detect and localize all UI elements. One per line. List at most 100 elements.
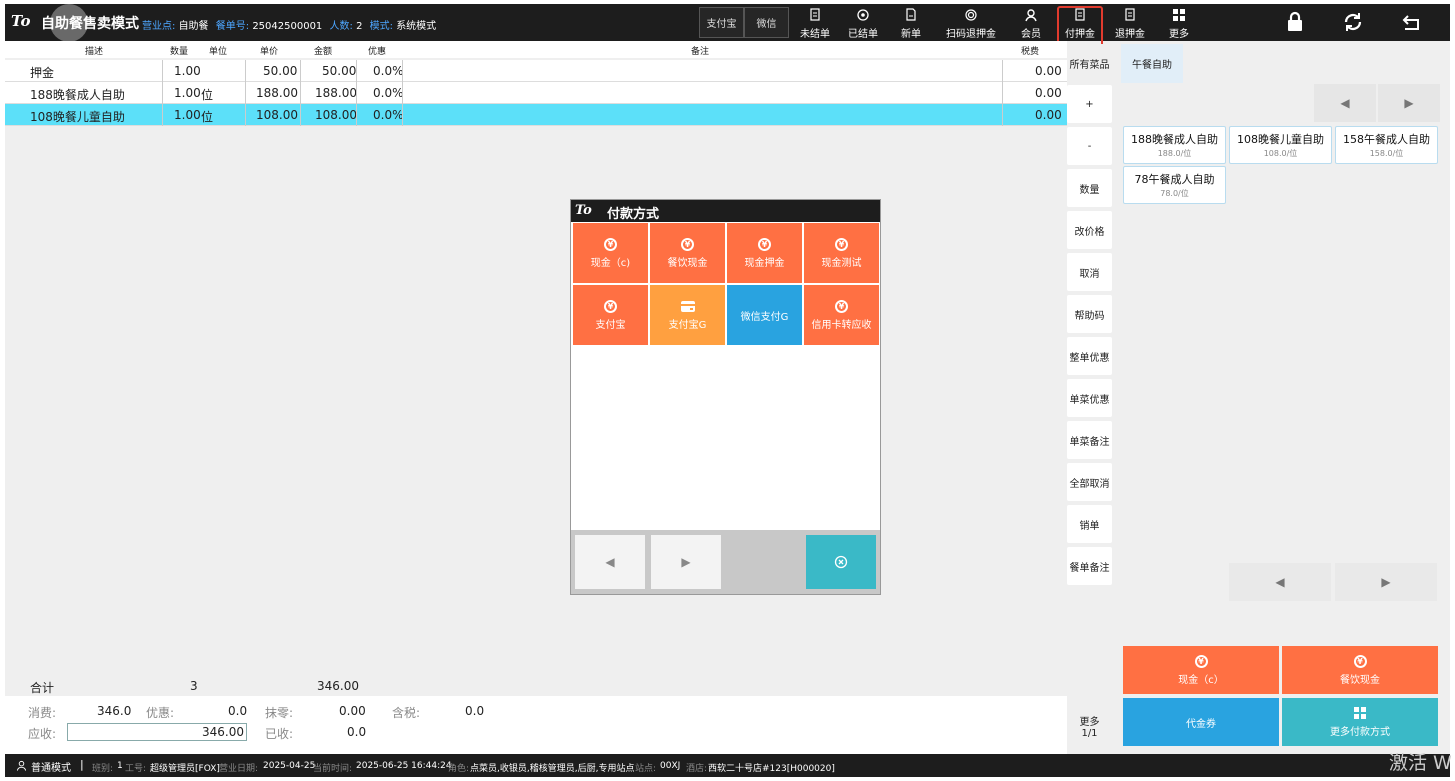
hotel-label: 酒店: xyxy=(686,764,708,774)
refund-doc-icon xyxy=(1125,8,1135,21)
order-info: 营业点: 自助餐 餐单号: 25042500001 人数: 2 模式: 系统模式 xyxy=(142,17,440,32)
help-code-button[interactable]: 帮助码 xyxy=(1067,295,1112,333)
all-dishes-tab[interactable]: 所有菜品 xyxy=(1067,44,1112,83)
quick-cash-button[interactable]: ¥ 现金（c） xyxy=(1123,646,1279,694)
pay-method-cash-deposit[interactable]: ¥ 现金押金 xyxy=(727,223,802,283)
alipay-button[interactable]: 支付宝 xyxy=(699,7,744,38)
product-name: 158午餐成人自助 xyxy=(1343,133,1430,146)
dialog-footer: ◀ ▶ xyxy=(571,530,880,594)
minus-button[interactable]: - xyxy=(1067,127,1112,165)
quantity-button[interactable]: 数量 xyxy=(1067,169,1112,207)
yen-coin-icon: ¥ xyxy=(681,237,694,251)
member-button[interactable]: 会员 xyxy=(1011,6,1051,40)
new-doc-icon xyxy=(906,8,916,21)
product-price: 158.0/位 xyxy=(1369,149,1404,158)
dialog-prev-button[interactable]: ◀ xyxy=(575,535,645,589)
product-item[interactable]: 78午餐成人自助 78.0/位 xyxy=(1123,166,1226,204)
row-price: 188.00 xyxy=(256,86,298,100)
more-button[interactable]: 更多 xyxy=(1159,6,1199,40)
new-order-button[interactable]: 新单 xyxy=(891,6,931,40)
dialog-next-button[interactable]: ▶ xyxy=(651,535,721,589)
member-icon xyxy=(1025,9,1037,22)
change-price-button[interactable]: 改价格 xyxy=(1067,211,1112,249)
col-discount: 优惠 xyxy=(368,47,387,57)
col-amount: 金额 xyxy=(314,47,333,57)
table-row[interactable]: 188晚餐成人自助 1.00 位 188.00 188.00 0.0% 0.00 xyxy=(5,82,1067,104)
pay-method-label: 微信支付G xyxy=(740,311,789,323)
consume-label: 消费: xyxy=(28,706,57,720)
wechat-button[interactable]: 微信 xyxy=(744,7,789,38)
consume-value: 346.0 xyxy=(97,704,132,718)
cancel-all-button[interactable]: 全部取消 xyxy=(1067,463,1112,501)
product-item[interactable]: 108晚餐儿童自助 108.0/位 xyxy=(1229,126,1332,164)
void-order-button[interactable]: 销单 xyxy=(1067,505,1112,543)
order-remark-button[interactable]: 餐单备注 xyxy=(1067,547,1112,585)
item-remark-button[interactable]: 单菜备注 xyxy=(1067,421,1112,459)
pay-method-wechat-g[interactable]: 微信支付G xyxy=(727,285,802,345)
quick-canyin-cash-label: 餐饮现金 xyxy=(1340,674,1380,686)
voucher-label: 代金券 xyxy=(1186,718,1216,730)
product-item[interactable]: 188晚餐成人自助 188.0/位 xyxy=(1123,126,1226,164)
col-tax: 税费 xyxy=(1021,47,1040,57)
unsettled-orders-button[interactable]: 未结单 xyxy=(795,6,835,40)
pay-method-label: 信用卡转应收 xyxy=(811,319,872,331)
received-value: 0.0 xyxy=(347,725,367,739)
plus-button[interactable]: + xyxy=(1067,85,1112,123)
business-point-value: 自助餐 xyxy=(178,21,209,32)
refund-deposit-button[interactable]: 退押金 xyxy=(1109,6,1151,40)
col-price: 单价 xyxy=(260,47,279,57)
scan-refund-deposit-button[interactable]: 扫码退押金 xyxy=(941,6,1001,40)
table-row[interactable]: 押金 1.00 50.00 50.00 0.0% 0.00 xyxy=(5,60,1067,82)
order-no-label: 餐单号: xyxy=(215,21,250,32)
payment-method-dialog: To 付款方式 ¥ 现金（c) ¥ 餐饮现金 ¥ 现金押金 ¥ 现金测试 ¥ 支… xyxy=(570,199,881,595)
product-price: 108.0/位 xyxy=(1263,149,1298,158)
more-payment-methods-button[interactable]: 更多付款方式 xyxy=(1282,698,1438,746)
back-icon[interactable] xyxy=(1400,10,1424,34)
products-page-next-button[interactable]: ▶ xyxy=(1335,563,1437,601)
lock-icon[interactable] xyxy=(1283,10,1307,34)
products-page-prev-button[interactable]: ◀ xyxy=(1229,563,1331,601)
cancel-item-button[interactable]: 取消 xyxy=(1067,253,1112,291)
rounding-label: 抹零: xyxy=(265,706,294,720)
more-payment-methods-label: 更多付款方式 xyxy=(1330,727,1390,738)
quick-canyin-cash-button[interactable]: ¥ 餐饮现金 xyxy=(1282,646,1438,694)
products-prev-button[interactable]: ◀ xyxy=(1314,84,1376,122)
tax-value: 0.0 xyxy=(465,704,485,718)
settled-orders-button[interactable]: 已结单 xyxy=(843,6,883,40)
user-icon xyxy=(16,760,27,771)
total-qty: 3 xyxy=(190,679,198,693)
pay-method-alipay-g[interactable]: 支付宝G xyxy=(650,285,725,345)
pay-method-cash-test[interactable]: ¥ 现金测试 xyxy=(804,223,879,283)
row-desc: 108晚餐儿童自助 xyxy=(30,110,125,124)
rounding-value: 0.00 xyxy=(339,704,366,718)
close-circle-icon xyxy=(834,555,848,569)
pay-method-label: 支付宝 xyxy=(595,319,626,331)
products-next-button[interactable]: ▶ xyxy=(1378,84,1440,122)
dialog-close-button[interactable] xyxy=(806,535,876,589)
refund-deposit-label: 退押金 xyxy=(1115,29,1145,40)
order-discount-button[interactable]: 整单优惠 xyxy=(1067,337,1112,375)
yen-coin-icon: ¥ xyxy=(1353,654,1367,668)
bizdate-label: 营业日期: xyxy=(219,764,259,774)
table-row-selected[interactable]: 108晚餐儿童自助 1.00 位 108.00 108.00 0.0% 0.00 xyxy=(5,104,1067,126)
order-table-header: 描述 数量 单位 单价 金额 优惠 备注 税费 xyxy=(5,41,1067,58)
more-page-label: 更多 xyxy=(1079,717,1100,728)
col-desc: 描述 xyxy=(85,47,104,57)
site-value: 00XJ xyxy=(660,761,681,771)
received-label: 已收: xyxy=(265,727,294,741)
pay-method-cash-c[interactable]: ¥ 现金（c) xyxy=(573,223,648,283)
pay-method-credit-to-receivable[interactable]: ¥ 信用卡转应收 xyxy=(804,285,879,345)
refresh-icon[interactable] xyxy=(1341,10,1365,34)
receivable-field[interactable]: 346.00 xyxy=(67,723,247,741)
product-item[interactable]: 158午餐成人自助 158.0/位 xyxy=(1335,126,1438,164)
row-price: 50.00 xyxy=(263,64,298,78)
voucher-button[interactable]: 代金券 xyxy=(1123,698,1279,746)
product-name: 188晚餐成人自助 xyxy=(1131,133,1218,146)
more-page-button[interactable]: 更多 1/1 xyxy=(1067,704,1112,748)
pay-method-canyin-cash[interactable]: ¥ 餐饮现金 xyxy=(650,223,725,283)
item-discount-button[interactable]: 单菜优惠 xyxy=(1067,379,1112,417)
lunch-buffet-tab[interactable]: 午餐自助 xyxy=(1121,44,1183,83)
pay-method-label: 支付宝G xyxy=(668,319,707,331)
pay-method-alipay[interactable]: ¥ 支付宝 xyxy=(573,285,648,345)
pay-method-label: 餐饮现金 xyxy=(667,257,708,269)
